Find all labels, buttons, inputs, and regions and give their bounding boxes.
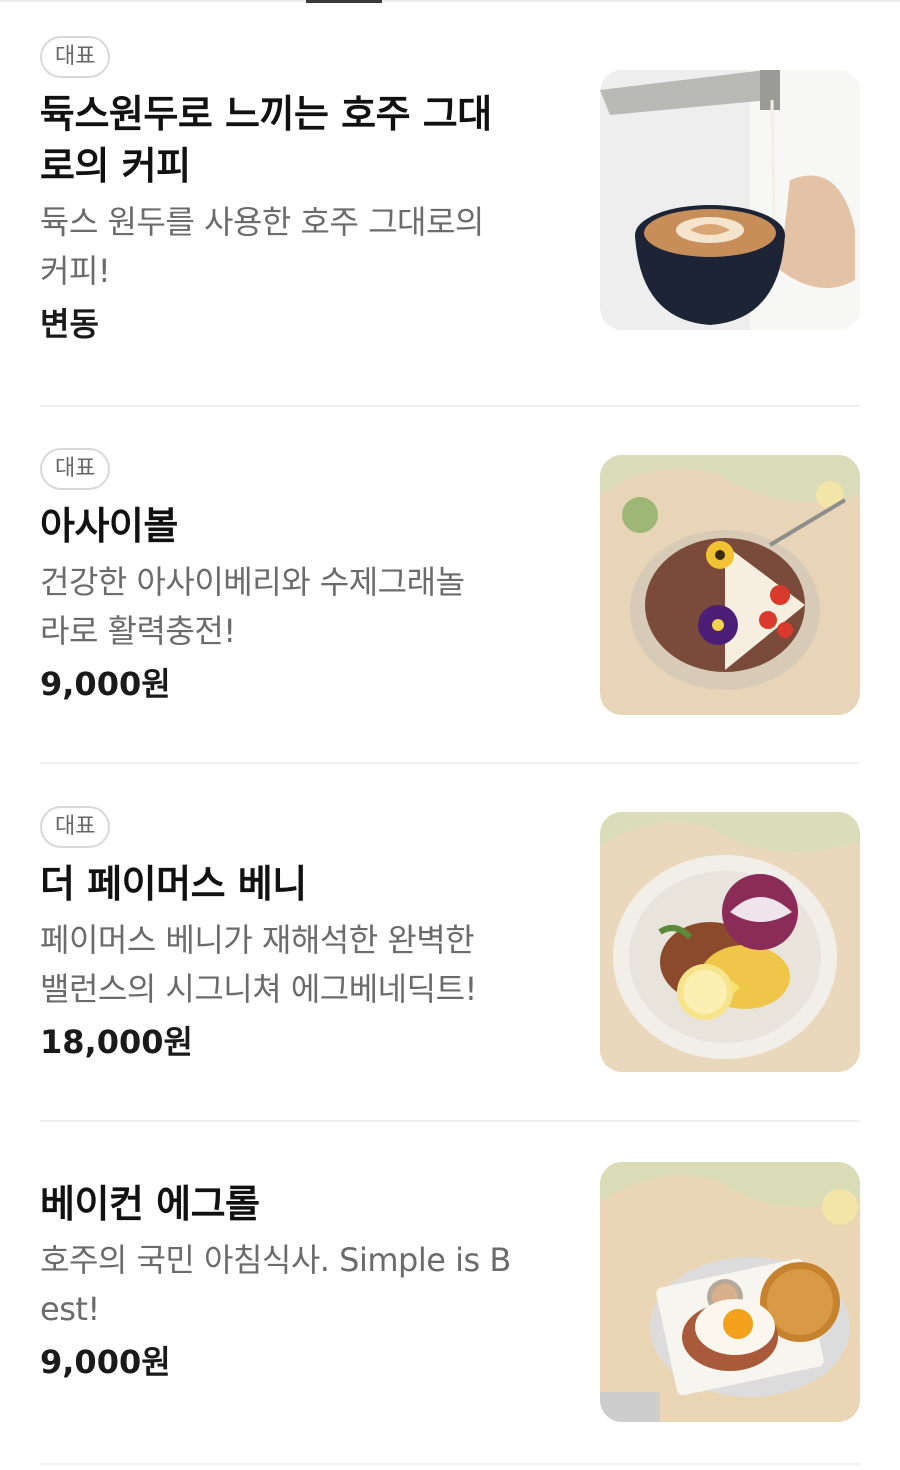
menu-item-description: 페이머스 베니가 재해석한 완벽한 밸런스의 시그니쳐 에그베네딕트! [40, 916, 565, 1014]
menu-item-text: 대표 더 페이머스 베니 페이머스 베니가 재해석한 완벽한 밸런스의 시그니쳐… [40, 806, 565, 1066]
menu-item-description: 건강한 아사이베리와 수제그래놀 라로 활력충전! [40, 558, 565, 656]
menu-item[interactable]: 대표 듁스원두로 느끼는 호주 그대 로의 커피 듁스 원두를 사용한 호주 그… [40, 36, 860, 343]
item-divider [40, 1120, 860, 1122]
scroll-indicator [306, 0, 382, 3]
menu-item-text: 베이컨 에그롤 호주의 국민 아침식사. Simple is B est! 9,… [40, 1178, 565, 1386]
title-line: 더 페이머스 베니 [40, 862, 307, 906]
menu-item-title: 더 페이머스 베니 [40, 858, 565, 910]
menu-item-title: 베이컨 에그롤 [40, 1178, 565, 1230]
signature-badge: 대표 [40, 806, 111, 848]
eggs-benedict-photo[interactable] [600, 812, 860, 1072]
menu-item[interactable]: 대표 아사이볼 건강한 아사이베리와 수제그래놀 라로 활력충전! 9,000원 [40, 448, 860, 728]
title-line: 로의 커피 [40, 144, 191, 188]
menu-item-description: 호주의 국민 아침식사. Simple is B est! [40, 1236, 565, 1334]
menu-item-description: 듁스 원두를 사용한 호주 그대로의 커피! [40, 198, 565, 296]
title-line: 아사이볼 [40, 504, 178, 548]
top-divider [0, 0, 900, 2]
menu-item-text: 대표 아사이볼 건강한 아사이베리와 수제그래놀 라로 활력충전! 9,000원 [40, 448, 565, 708]
signature-badge: 대표 [40, 36, 111, 78]
desc-line: 건강한 아사이베리와 수제그래놀 [40, 563, 465, 601]
acai-bowl-photo[interactable] [600, 455, 860, 715]
menu-item-price: 변동 [40, 305, 99, 343]
item-divider [40, 405, 860, 407]
menu-item-title: 듁스원두로 느끼는 호주 그대 로의 커피 [40, 88, 565, 192]
desc-line: 호주의 국민 아침식사. Simple is B [40, 1241, 511, 1279]
desc-line: 밸런스의 시그니쳐 에그베네딕트! [40, 970, 477, 1008]
item-divider [40, 762, 860, 764]
desc-line: 페이머스 베니가 재해석한 완벽한 [40, 921, 475, 959]
desc-line: 듁스 원두를 사용한 호주 그대로의 [40, 203, 484, 241]
signature-badge: 대표 [40, 448, 111, 490]
title-line: 베이컨 에그롤 [40, 1182, 260, 1226]
menu-item-price: 9,000원 [40, 665, 171, 703]
title-line: 듁스원두로 느끼는 호주 그대 [40, 92, 492, 136]
menu-item-title: 아사이볼 [40, 500, 565, 552]
item-divider [40, 1463, 860, 1465]
desc-line: est! [40, 1290, 100, 1328]
menu-item-price: 9,000원 [40, 1343, 171, 1381]
menu-item-text: 대표 듁스원두로 느끼는 호주 그대 로의 커피 듁스 원두를 사용한 호주 그… [40, 36, 565, 348]
menu-item[interactable]: 베이컨 에그롤 호주의 국민 아침식사. Simple is B est! 9,… [40, 1162, 860, 1438]
menu-item-price: 18,000원 [40, 1023, 193, 1061]
desc-line: 라로 활력충전! [40, 612, 236, 650]
bacon-egg-roll-photo[interactable] [600, 1162, 860, 1422]
latte-art-photo[interactable] [600, 70, 860, 330]
menu-item[interactable]: 대표 더 페이머스 베니 페이머스 베니가 재해석한 완벽한 밸런스의 시그니쳐… [40, 806, 860, 1086]
desc-line: 커피! [40, 252, 111, 290]
